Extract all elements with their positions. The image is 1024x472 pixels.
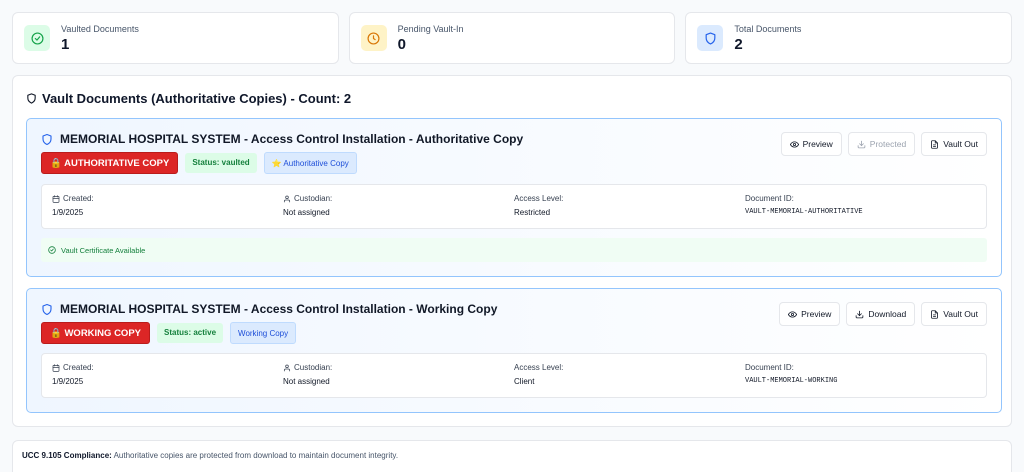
document-actions: Preview Download Vault Out xyxy=(779,302,987,326)
certificate-text: Vault Certificate Available xyxy=(61,245,146,255)
meta-docid: Document ID: VAULT-MEMORIAL-WORKING xyxy=(745,363,976,388)
document-title-text: MEMORIAL HOSPITAL SYSTEM - Access Contro… xyxy=(60,302,498,316)
calendar-icon xyxy=(52,194,60,203)
document-card-authoritative: MEMORIAL HOSPITAL SYSTEM - Access Contro… xyxy=(26,118,1002,277)
meta-docid-value: VAULT-MEMORIAL-WORKING xyxy=(745,377,838,385)
meta-custodian: Custodian: Not assigned xyxy=(283,194,514,219)
stat-label: Total Documents xyxy=(734,23,802,34)
document-badges: 🔒 WORKING COPY Status: active Working Co… xyxy=(41,322,297,344)
copy-type-badge: 🔒 AUTHORITATIVE COPY xyxy=(41,152,179,174)
download-icon xyxy=(856,310,864,318)
meta-custodian-value: Not assigned xyxy=(283,208,330,217)
meta-custodian: Custodian: Not assigned xyxy=(283,363,514,388)
meta-access: Access Level: Client xyxy=(514,363,745,388)
document-title: MEMORIAL HOSPITAL SYSTEM - Access Contro… xyxy=(41,132,523,146)
copy-type-badge: 🔒 WORKING COPY xyxy=(41,322,150,344)
download-button[interactable]: Download xyxy=(846,302,916,326)
user-icon xyxy=(283,364,291,371)
stats-row: Vaulted Documents 1 Pending Vault-In 0 T… xyxy=(12,12,1013,64)
vault-out-label: Vault Out xyxy=(943,139,978,149)
meta-created-value: 1/9/2025 xyxy=(52,377,84,386)
meta-custodian-label: Custodian: xyxy=(283,194,514,203)
shield-icon xyxy=(27,93,36,104)
clock-icon xyxy=(360,25,387,51)
compliance-note: UCC 9.105 Compliance: Authoritative copi… xyxy=(12,440,1012,472)
meta-docid-value: VAULT-MEMORIAL-AUTHORITATIVE xyxy=(745,208,863,216)
copy-kind-badge: Working Copy xyxy=(230,322,297,344)
protected-button[interactable]: Protected xyxy=(847,132,916,156)
document-card-working: MEMORIAL HOSPITAL SYSTEM - Access Contro… xyxy=(26,288,1002,413)
vault-panel-title-text: Vault Documents (Authoritative Copies) -… xyxy=(42,91,352,106)
stat-value: 1 xyxy=(61,35,70,53)
meta-created-label: Created: xyxy=(52,363,283,372)
meta-access-value: Client xyxy=(514,377,535,386)
compliance-text: Authoritative copies are protected from … xyxy=(113,451,399,460)
shield-icon xyxy=(42,133,52,145)
document-metadata: Created: 1/9/2025 Custodian: Not assigne… xyxy=(41,353,987,398)
meta-docid-label: Document ID: xyxy=(745,194,794,203)
meta-docid: Document ID: VAULT-MEMORIAL-AUTHORITATIV… xyxy=(745,194,976,219)
shield-icon xyxy=(697,25,724,51)
compliance-label: UCC 9.105 Compliance: xyxy=(22,451,112,460)
preview-button[interactable]: Preview xyxy=(779,302,841,326)
check-circle-icon xyxy=(48,246,56,254)
meta-access-label: Access Level: xyxy=(514,363,564,372)
shield-icon xyxy=(42,303,52,315)
preview-button[interactable]: Preview xyxy=(780,132,842,156)
status-badge: Status: active xyxy=(157,323,224,343)
meta-created: Created: 1/9/2025 xyxy=(52,194,283,219)
meta-created: Created: 1/9/2025 xyxy=(52,363,283,388)
meta-access: Access Level: Restricted xyxy=(514,194,745,219)
stat-card-vaulted: Vaulted Documents 1 xyxy=(12,12,339,64)
eye-icon xyxy=(789,140,799,148)
vault-out-button[interactable]: Vault Out xyxy=(921,132,987,156)
meta-custodian-value: Not assigned xyxy=(283,377,330,386)
stat-card-pending: Pending Vault-In 0 xyxy=(348,12,676,64)
check-circle-icon xyxy=(24,25,50,51)
meta-custodian-label: Custodian: xyxy=(283,363,514,372)
preview-label: Preview xyxy=(802,139,833,149)
vault-out-label: Vault Out xyxy=(943,309,978,319)
vault-panel: Vault Documents (Authoritative Copies) -… xyxy=(12,75,1012,427)
vault-panel-title: Vault Documents (Authoritative Copies) -… xyxy=(26,91,351,106)
stat-card-total: Total Documents 2 xyxy=(685,12,1013,64)
preview-label: Preview xyxy=(801,309,832,319)
stat-label: Pending Vault-In xyxy=(397,23,464,34)
download-icon xyxy=(857,140,866,148)
calendar-icon xyxy=(52,363,60,372)
meta-label-text: Created: xyxy=(63,363,94,372)
status-badge: Status: vaulted xyxy=(185,153,257,173)
meta-label-text: Custodian: xyxy=(294,363,333,372)
meta-created-value: 1/9/2025 xyxy=(52,208,84,217)
document-actions: Preview Protected Vault Out xyxy=(780,132,987,156)
meta-access-value: Restricted xyxy=(514,208,551,217)
meta-created-label: Created: xyxy=(52,194,283,203)
meta-label-text: Custodian: xyxy=(294,194,333,203)
meta-docid-label: Document ID: xyxy=(745,363,794,372)
document-title-text: MEMORIAL HOSPITAL SYSTEM - Access Contro… xyxy=(60,132,524,146)
meta-access-label: Access Level: xyxy=(514,194,564,203)
stat-value: 0 xyxy=(397,35,407,53)
eye-icon xyxy=(788,310,798,318)
vault-certificate-notice: Vault Certificate Available xyxy=(41,238,987,262)
file-icon xyxy=(931,139,939,149)
meta-label-text: Created: xyxy=(63,194,94,203)
download-label: Download xyxy=(868,309,907,319)
document-metadata: Created: 1/9/2025 Custodian: Not assigne… xyxy=(41,184,987,229)
file-icon xyxy=(931,309,939,319)
document-badges: 🔒 AUTHORITATIVE COPY Status: vaulted ⭐ A… xyxy=(41,152,357,174)
stat-label: Vaulted Documents xyxy=(61,23,139,34)
protected-label: Protected xyxy=(869,139,907,149)
user-icon xyxy=(283,195,291,202)
vault-out-button[interactable]: Vault Out xyxy=(921,302,987,326)
stat-value: 2 xyxy=(734,35,743,53)
copy-kind-badge: ⭐ Authoritative Copy xyxy=(263,152,357,174)
document-title: MEMORIAL HOSPITAL SYSTEM - Access Contro… xyxy=(41,302,497,316)
